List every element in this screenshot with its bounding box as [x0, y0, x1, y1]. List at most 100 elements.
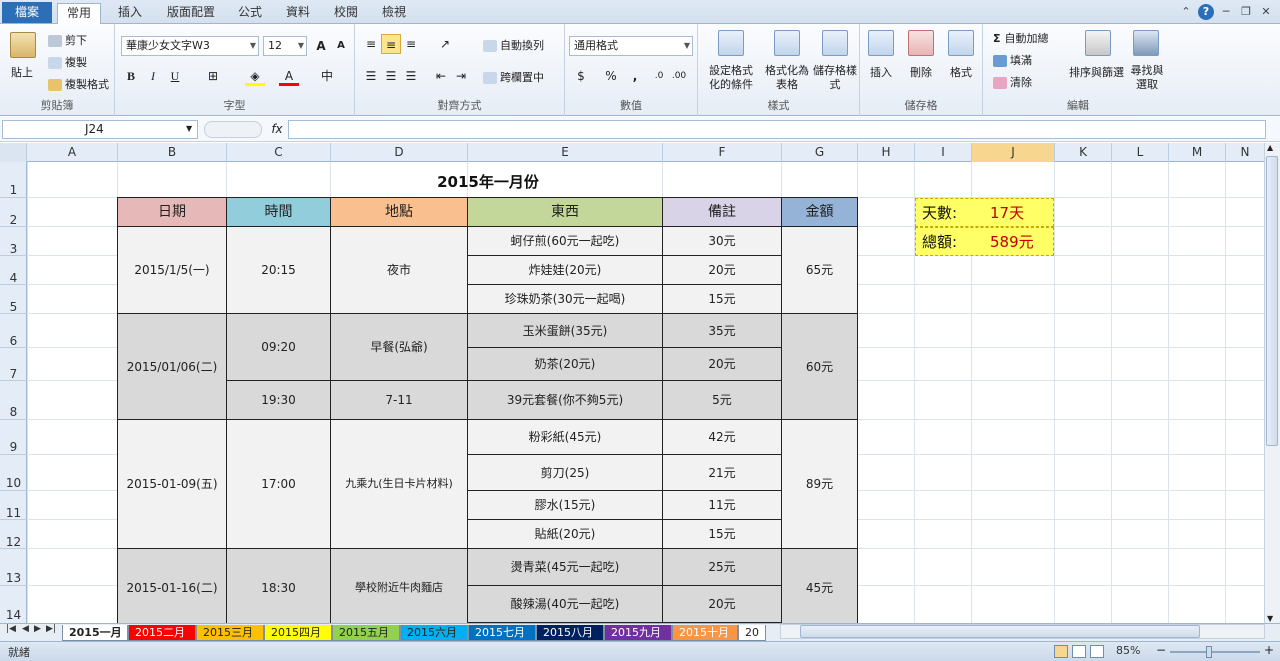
format-cells-icon[interactable] — [948, 30, 974, 56]
row-header[interactable]: 12 — [0, 520, 27, 549]
autosum-button[interactable]: Σ 自動加總 — [993, 30, 1049, 46]
scroll-down-icon[interactable]: ▼ — [1267, 614, 1273, 623]
sort-filter-icon[interactable] — [1085, 30, 1111, 56]
delete-cells-button[interactable]: 刪除 — [910, 64, 932, 80]
align-bottom-icon[interactable]: ≡ — [401, 34, 421, 54]
cell-place[interactable]: 早餐(弘爺) — [331, 314, 468, 381]
column-header[interactable]: D — [331, 143, 468, 162]
days-summary[interactable]: 天數: 17天 — [915, 198, 1054, 227]
header-place[interactable]: 地點 — [331, 198, 468, 227]
page-layout-view-icon[interactable] — [1072, 645, 1086, 658]
row-header[interactable]: 8 — [0, 381, 27, 420]
tab-review[interactable]: 校閱 — [326, 3, 366, 24]
normal-view-icon[interactable] — [1054, 645, 1068, 658]
row-header[interactable]: 11 — [0, 491, 27, 520]
sheet-tab[interactable]: 2015四月 — [264, 625, 332, 641]
tab-home[interactable]: 常用 — [57, 3, 101, 24]
zoom-in-icon[interactable]: + — [1264, 643, 1274, 657]
cell-date[interactable]: 2015-01-16(二) — [118, 549, 227, 623]
underline-button[interactable]: U — [165, 66, 185, 86]
align-top-icon[interactable]: ≡ — [361, 34, 381, 54]
insert-function-icon[interactable]: fx — [268, 120, 286, 139]
header-time[interactable]: 時間 — [227, 198, 331, 227]
cell-item[interactable]: 酸辣湯(40元一起吃) — [468, 586, 663, 623]
tab-page-layout[interactable]: 版面配置 — [160, 3, 222, 24]
first-sheet-icon[interactable]: |◀ — [6, 624, 16, 634]
cell-place[interactable]: 學校附近牛肉麵店 — [331, 549, 468, 623]
sort-filter-button[interactable]: 排序與篩選 — [1069, 64, 1124, 80]
sheet-tab[interactable]: 20 — [738, 625, 766, 641]
decrease-decimal-icon[interactable]: .00 — [669, 66, 689, 86]
cell-place[interactable]: 夜市 — [331, 227, 468, 314]
comma-button[interactable]: , — [625, 66, 645, 86]
column-header[interactable]: H — [858, 143, 915, 162]
cell-note[interactable]: 21元 — [663, 455, 782, 491]
cell-time[interactable]: 09:20 — [227, 314, 331, 381]
cell-note[interactable]: 5元 — [663, 381, 782, 420]
insert-cells-icon[interactable] — [868, 30, 894, 56]
cell-note[interactable]: 15元 — [663, 285, 782, 314]
clear-button[interactable]: 清除 — [993, 74, 1032, 90]
cell-styles-button[interactable]: 儲存格樣式 — [812, 64, 858, 92]
grow-font-icon[interactable]: A — [311, 36, 331, 56]
cell-note[interactable]: 20元 — [663, 348, 782, 381]
cell-note[interactable]: 35元 — [663, 314, 782, 348]
bold-button[interactable]: B — [121, 66, 141, 86]
cell-time[interactable]: 18:30 — [227, 549, 331, 623]
column-header[interactable]: K — [1055, 143, 1112, 162]
cell-date[interactable]: 2015-01-09(五) — [118, 420, 227, 549]
zoom-out-icon[interactable]: − — [1156, 643, 1166, 657]
increase-indent-icon[interactable]: ⇥ — [451, 66, 471, 86]
format-cells-button[interactable]: 格式 — [950, 64, 972, 80]
binoculars-icon[interactable] — [1133, 30, 1159, 56]
tab-view[interactable]: 檢視 — [374, 3, 414, 24]
wrap-text-button[interactable]: 自動換列 — [483, 37, 544, 53]
row-header[interactable]: 4 — [0, 256, 27, 285]
cut-button[interactable]: 剪下 — [48, 32, 87, 48]
column-header[interactable]: G — [782, 143, 858, 162]
cell-item[interactable]: 貼紙(20元) — [468, 520, 663, 549]
cell-time[interactable]: 19:30 — [227, 381, 331, 420]
scroll-up-icon[interactable]: ▲ — [1267, 143, 1273, 152]
cell-amount[interactable]: 60元 — [782, 314, 858, 420]
column-header[interactable]: E — [468, 143, 663, 162]
column-header[interactable]: B — [118, 143, 227, 162]
minimize-ribbon-icon[interactable]: ⌃ — [1178, 4, 1194, 20]
header-date[interactable]: 日期 — [118, 198, 227, 227]
row-header[interactable]: 2 — [0, 198, 27, 227]
align-left-icon[interactable]: ☰ — [361, 66, 381, 86]
cell-time[interactable]: 17:00 — [227, 420, 331, 549]
shrink-font-icon[interactable]: A — [331, 36, 351, 56]
number-format-select[interactable]: 通用格式 ▼ — [569, 36, 693, 56]
header-items[interactable]: 東西 — [468, 198, 663, 227]
cell-note[interactable]: 25元 — [663, 549, 782, 586]
tab-formulas[interactable]: 公式 — [230, 3, 270, 24]
zoom-slider[interactable] — [1170, 651, 1260, 653]
fill-button[interactable]: 填滿 — [993, 52, 1032, 68]
format-painter-button[interactable]: 複製格式 — [48, 76, 109, 92]
cell-item[interactable]: 炸娃娃(20元) — [468, 256, 663, 285]
insert-cells-button[interactable]: 插入 — [870, 64, 892, 80]
sheet-tab[interactable]: 2015十月 — [672, 625, 738, 641]
column-header[interactable]: M — [1169, 143, 1226, 162]
fill-color-icon[interactable]: ◈ — [245, 66, 265, 86]
conditional-format-icon[interactable] — [718, 30, 744, 56]
column-header[interactable]: L — [1112, 143, 1169, 162]
paste-button[interactable]: 貼上 — [11, 64, 33, 80]
name-box[interactable]: J24 — [2, 120, 198, 139]
select-all-corner[interactable] — [0, 143, 27, 162]
help-icon[interactable]: ? — [1198, 4, 1214, 20]
align-middle-icon[interactable]: ≡ — [381, 34, 401, 54]
font-color-icon[interactable]: A — [279, 66, 299, 86]
column-header[interactable]: I — [915, 143, 972, 162]
zoom-slider-thumb[interactable] — [1206, 646, 1212, 658]
minimize-icon[interactable]: ─ — [1218, 4, 1234, 20]
last-sheet-icon[interactable]: ▶| — [46, 624, 56, 634]
close-icon[interactable]: ✕ — [1258, 4, 1274, 20]
page-break-view-icon[interactable] — [1090, 645, 1104, 658]
cell-item[interactable]: 蚵仔煎(60元一起吃) — [468, 227, 663, 256]
orientation-icon[interactable]: ↗ — [435, 34, 455, 54]
cell-item[interactable]: 粉彩紙(45元) — [468, 420, 663, 455]
cell-item[interactable]: 玉米蛋餅(35元) — [468, 314, 663, 348]
zoom-level[interactable]: 85% — [1116, 644, 1140, 657]
